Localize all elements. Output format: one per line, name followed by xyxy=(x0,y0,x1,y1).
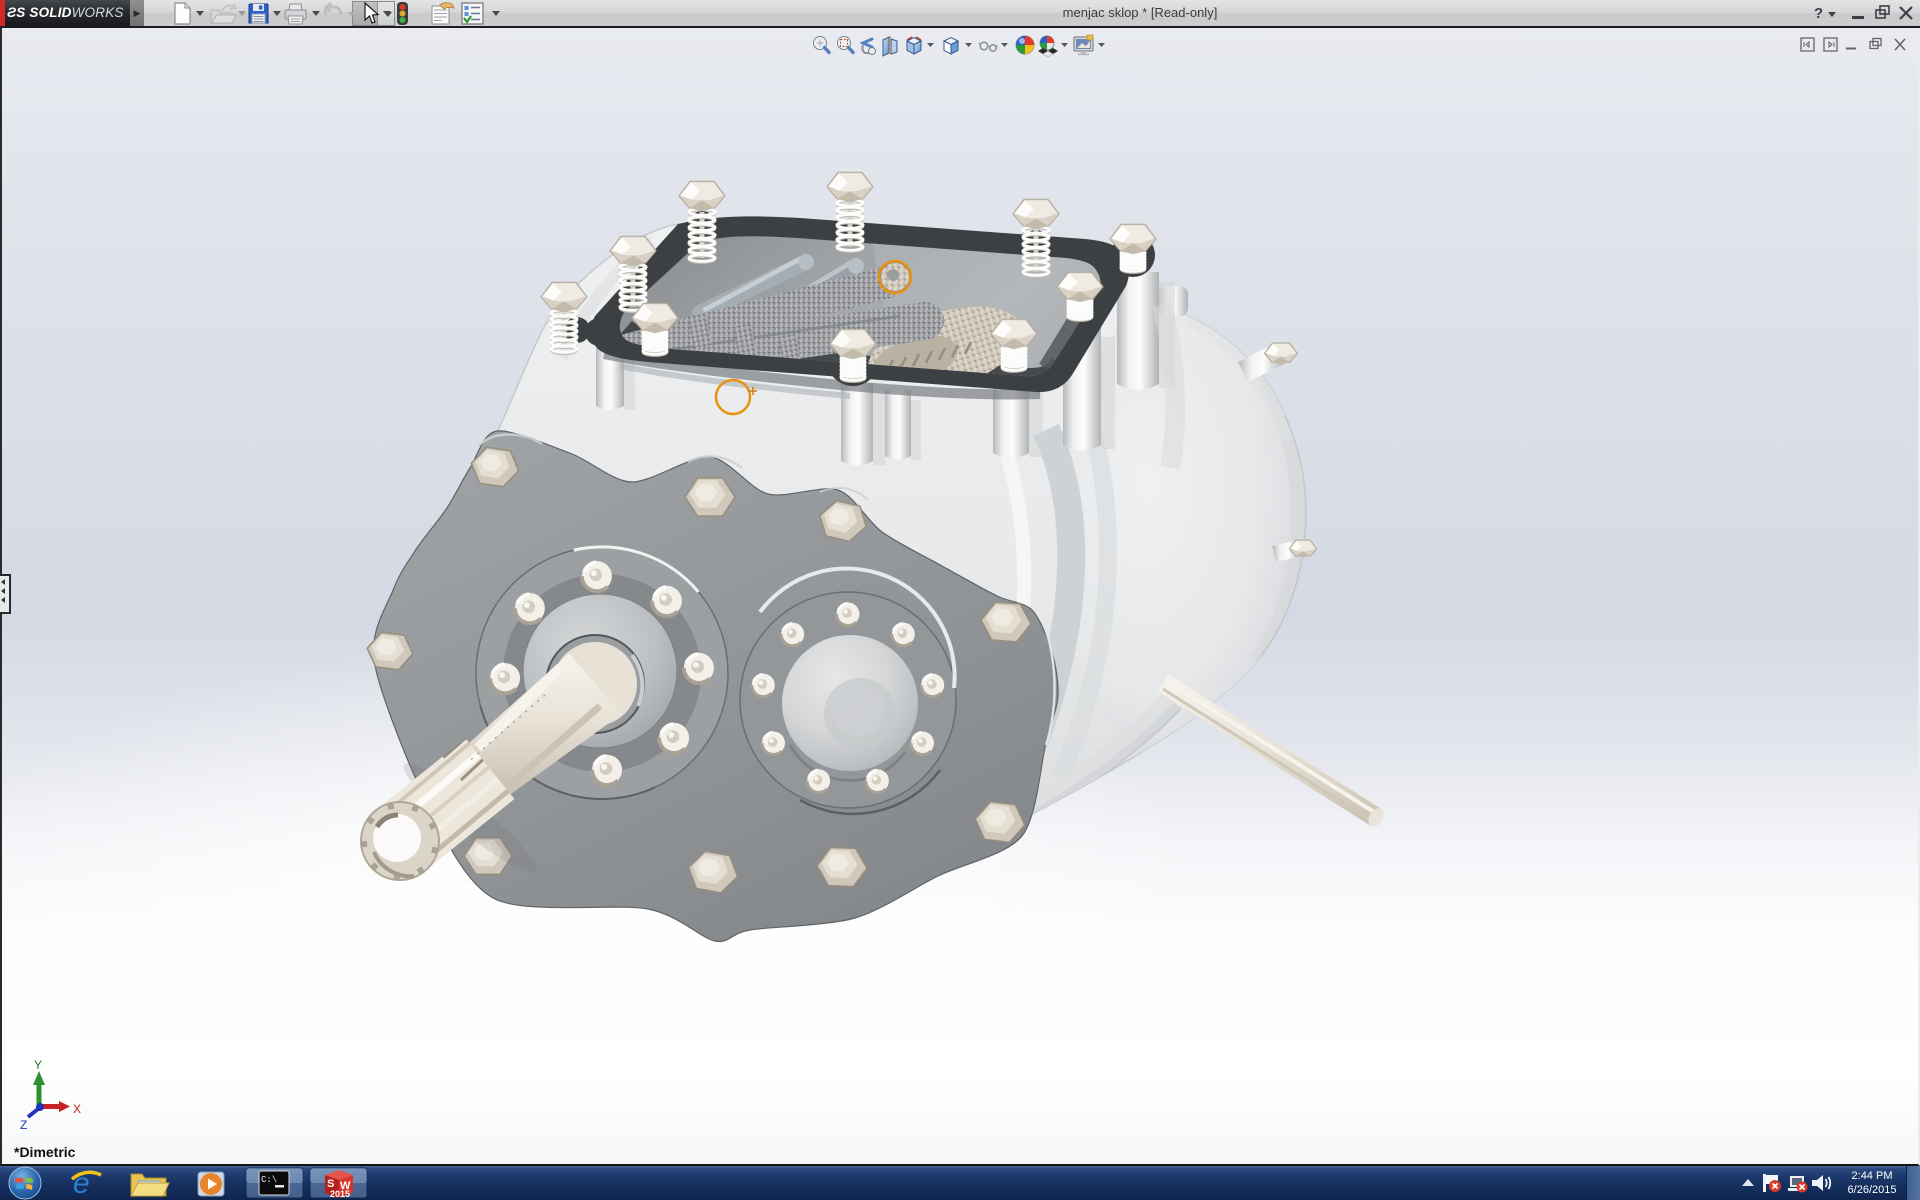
svg-text:Z: Z xyxy=(20,1118,27,1132)
svg-text:Y: Y xyxy=(34,1058,42,1072)
svg-text:2015: 2015 xyxy=(330,1189,350,1199)
svg-text:C:\: C:\ xyxy=(261,1175,277,1185)
svg-text:X: X xyxy=(73,1102,81,1116)
svg-text:?: ? xyxy=(1814,5,1823,22)
